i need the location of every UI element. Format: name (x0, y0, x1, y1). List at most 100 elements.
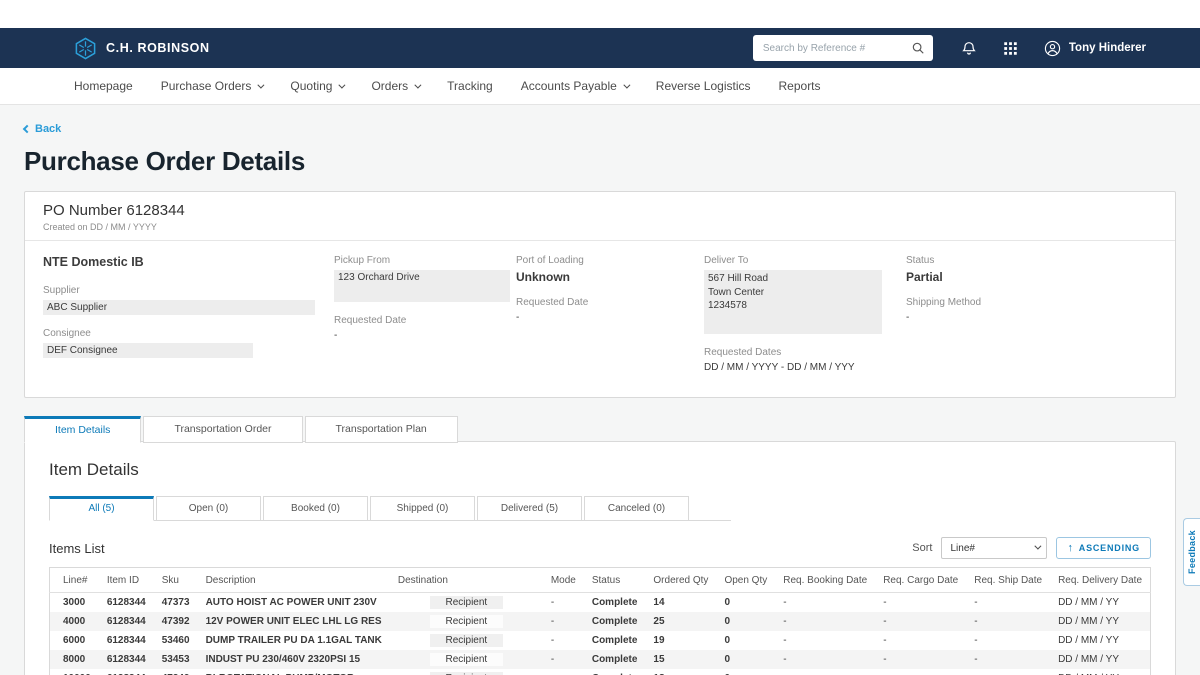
table-cell: - (543, 612, 584, 631)
search-icon[interactable] (911, 41, 925, 55)
search-input[interactable] (753, 35, 933, 61)
feedback-button[interactable]: Feedback (1183, 518, 1200, 586)
table-cell: Complete (584, 669, 646, 675)
brand-name: C.H. ROBINSON (106, 41, 210, 55)
column-header: Open Qty (716, 568, 775, 593)
table-cell: - (775, 650, 875, 669)
table-row[interactable]: 10000612834447349BI-ROTATIONAL PUMP/MOTO… (50, 669, 1151, 675)
port-of-loading-label: Port of Loading (516, 255, 704, 266)
destination-chip: Recipient (430, 615, 504, 628)
deliver-requested-dates-label: Requested Dates (704, 347, 906, 358)
table-cell: 18 (645, 669, 716, 675)
nav-item-reverse-logistics[interactable]: Reverse Logistics (656, 79, 751, 93)
table-cell: 0 (716, 593, 775, 613)
sort-select-wrapper: Line# (941, 537, 1047, 559)
table-cell: 8000 (50, 650, 99, 669)
nav-item-orders[interactable]: Orders (371, 79, 419, 93)
detail-tab[interactable]: Item Details (24, 416, 141, 443)
table-cell: - (543, 593, 584, 613)
nav-item-tracking[interactable]: Tracking (447, 79, 493, 93)
table-cell: 0 (716, 631, 775, 650)
deliver-requested-dates-value: DD / MM / YYYY - DD / MM / YYY (704, 362, 906, 373)
table-cell: 25 (645, 612, 716, 631)
chr-hexagon-logo-icon (74, 37, 97, 60)
column-header: Req. Delivery Date (1050, 568, 1150, 593)
apps-grid-icon[interactable] (1003, 41, 1018, 56)
sort-direction-button[interactable]: ↑ ASCENDING (1056, 537, 1151, 559)
chevron-left-icon (23, 125, 31, 133)
table-cell: DUMP TRAILER PU DA 1.1GAL TANK (198, 631, 390, 650)
chevron-down-icon (415, 81, 422, 88)
arrow-up-icon: ↑ (1067, 542, 1073, 554)
table-cell: - (543, 669, 584, 675)
sort-select[interactable]: Line# (941, 537, 1047, 559)
column-header: Req. Cargo Date (875, 568, 966, 593)
deliver-to-value: 567 Hill Road Town Center 1234578 (704, 270, 882, 334)
column-header: Description (198, 568, 390, 593)
table-row[interactable]: 8000612834453453INDUST PU 230/460V 2320P… (50, 650, 1151, 669)
table-cell: 6128344 (99, 650, 154, 669)
user-name: Tony Hinderer (1069, 42, 1146, 54)
table-cell: - (875, 612, 966, 631)
detail-tab[interactable]: Transportation Order (143, 416, 302, 443)
nav-item-homepage[interactable]: Homepage (74, 79, 133, 93)
column-header: Status (584, 568, 646, 593)
supplier-label: Supplier (43, 285, 334, 296)
table-cell: 53460 (154, 631, 198, 650)
port-of-loading-value: Unknown (516, 270, 704, 284)
table-cell: Complete (584, 631, 646, 650)
table-cell: 47349 (154, 669, 198, 675)
table-cell: Recipient (390, 612, 543, 631)
table-cell: 4000 (50, 612, 99, 631)
nav-item-accounts-payable[interactable]: Accounts Payable (521, 79, 628, 93)
status-label: Status (906, 255, 1157, 266)
table-cell: Recipient (390, 669, 543, 675)
table-cell: DD / MM / YY (1050, 650, 1150, 669)
filter-tab[interactable]: All (5) (49, 496, 154, 521)
item-details-card: Item Details All (5)Open (0)Booked (0)Sh… (24, 441, 1176, 675)
table-row[interactable]: 3000612834447373AUTO HOIST AC POWER UNIT… (50, 593, 1151, 613)
items-table-header-row: Line#Item IDSkuDescriptionDestinationMod… (50, 568, 1151, 593)
user-menu[interactable]: Tony Hinderer (1044, 40, 1146, 57)
filter-tab[interactable]: Delivered (5) (477, 496, 582, 521)
notifications-bell-icon[interactable] (961, 40, 977, 56)
table-cell: INDUST PU 230/460V 2320PSI 15 (198, 650, 390, 669)
table-cell: - (543, 650, 584, 669)
column-header: Line# (50, 568, 99, 593)
table-row[interactable]: 400061283444739212V POWER UNIT ELEC LHL … (50, 612, 1151, 631)
main-nav: Homepage Purchase Orders Quoting Orders … (0, 68, 1200, 105)
column-header: Ordered Qty (645, 568, 716, 593)
nav-item-quoting[interactable]: Quoting (290, 79, 343, 93)
sort-label: Sort (912, 542, 932, 554)
table-row[interactable]: 6000612834453460DUMP TRAILER PU DA 1.1GA… (50, 631, 1151, 650)
pickup-from-label: Pickup From (334, 255, 516, 266)
table-cell: 0 (716, 612, 775, 631)
nav-item-reports[interactable]: Reports (779, 79, 821, 93)
pickup-requested-date-value: - (334, 330, 516, 341)
nav-item-purchase-orders[interactable]: Purchase Orders (161, 79, 263, 93)
detail-tabs: Item DetailsTransportation OrderTranspor… (24, 416, 1176, 442)
detail-tab[interactable]: Transportation Plan (305, 416, 458, 443)
table-cell: 10000 (50, 669, 99, 675)
table-cell: - (966, 631, 1050, 650)
brand-logo[interactable]: C.H. ROBINSON (74, 37, 210, 60)
column-header: Req. Ship Date (966, 568, 1050, 593)
items-table-body: 3000612834447373AUTO HOIST AC POWER UNIT… (50, 593, 1151, 675)
filter-tab[interactable]: Canceled (0) (584, 496, 689, 521)
filter-tab[interactable]: Booked (0) (263, 496, 368, 521)
po-summary-card: PO Number 6128344 Created on DD / MM / Y… (24, 191, 1176, 398)
table-cell: 47373 (154, 593, 198, 613)
consignee-label: Consignee (43, 328, 334, 339)
table-cell: 6128344 (99, 669, 154, 675)
column-header: Sku (154, 568, 198, 593)
order-type: NTE Domestic IB (43, 255, 334, 269)
table-cell: - (775, 593, 875, 613)
destination-chip: Recipient (430, 634, 504, 647)
table-cell: - (875, 593, 966, 613)
filter-tab[interactable]: Open (0) (156, 496, 261, 521)
top-white-strip (0, 0, 1200, 28)
table-cell: - (966, 669, 1050, 675)
table-cell: 6128344 (99, 631, 154, 650)
back-link[interactable]: Back (24, 123, 61, 135)
filter-tab[interactable]: Shipped (0) (370, 496, 475, 521)
